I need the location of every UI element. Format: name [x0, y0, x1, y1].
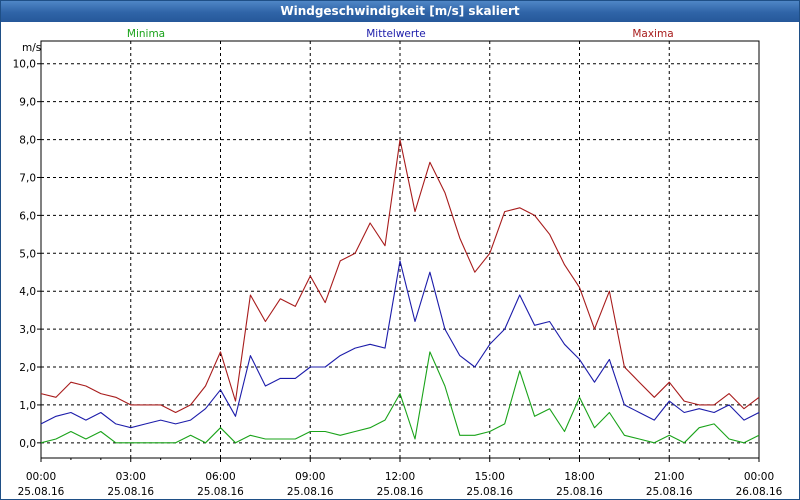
- x-tick-date: 26.08.16: [736, 486, 783, 498]
- y-tick-label: 2,0: [19, 362, 36, 374]
- x-tick-date: 25.08.16: [556, 486, 603, 498]
- x-tick-time: 15:00: [475, 471, 505, 483]
- x-tick-date: 25.08.16: [646, 486, 693, 498]
- y-axis-label: m/s: [22, 42, 41, 54]
- x-tick-date: 25.08.16: [287, 486, 334, 498]
- y-tick-label: 4,0: [19, 286, 36, 298]
- y-tick-labels: 0,0 1,0 2,0 3,0 4,0 5,0 6,0 7,0 8,0 9,0 10,0: [13, 59, 36, 450]
- legend-minima: Minima: [127, 28, 165, 40]
- x-tick-time: 00:00: [744, 471, 774, 483]
- x-tick-date: 25.08.16: [377, 486, 424, 498]
- y-tick-label: 10,0: [13, 59, 36, 71]
- y-tick-label: 9,0: [19, 97, 36, 109]
- axes: [37, 40, 760, 462]
- x-tick-labels: 00:00 25.08.16 03:00 25.08.16 06:00 25.08.16 0…: [18, 471, 783, 498]
- x-tick-time: 18:00: [564, 471, 594, 483]
- x-tick-time: 21:00: [654, 471, 684, 483]
- x-tick-date: 25.08.16: [107, 486, 154, 498]
- x-tick-time: 09:00: [295, 471, 325, 483]
- y-tick-label: 7,0: [19, 172, 36, 184]
- chart-window: Windgeschwindigkeit [m/s] skaliert m/s M…: [0, 0, 800, 500]
- x-tick-time: 00:00: [26, 471, 56, 483]
- x-tick-date: 25.08.16: [197, 486, 244, 498]
- y-tick-label: 6,0: [19, 210, 36, 222]
- x-tick-date: 25.08.16: [466, 486, 513, 498]
- legend-maxima: Maxima: [632, 28, 673, 40]
- y-tick-label: 1,0: [19, 400, 36, 412]
- y-tick-label: 3,0: [19, 324, 36, 336]
- x-tick-time: 06:00: [205, 471, 235, 483]
- x-tick-date: 25.08.16: [18, 486, 65, 498]
- y-tick-label: 8,0: [19, 135, 36, 147]
- x-tick-time: 12:00: [385, 471, 415, 483]
- y-tick-label: 0,0: [19, 438, 36, 450]
- grid: [41, 41, 759, 458]
- legend-mittelwerte: Mittelwerte: [366, 28, 426, 40]
- x-tick-time: 03:00: [116, 471, 146, 483]
- legend: Minima Mittelwerte Maxima: [127, 28, 674, 40]
- y-tick-label: 5,0: [19, 248, 36, 260]
- chart-canvas: m/s Minima Mittelwerte Maxima 0,0 1,0 2,0 3,0…: [13, 28, 783, 498]
